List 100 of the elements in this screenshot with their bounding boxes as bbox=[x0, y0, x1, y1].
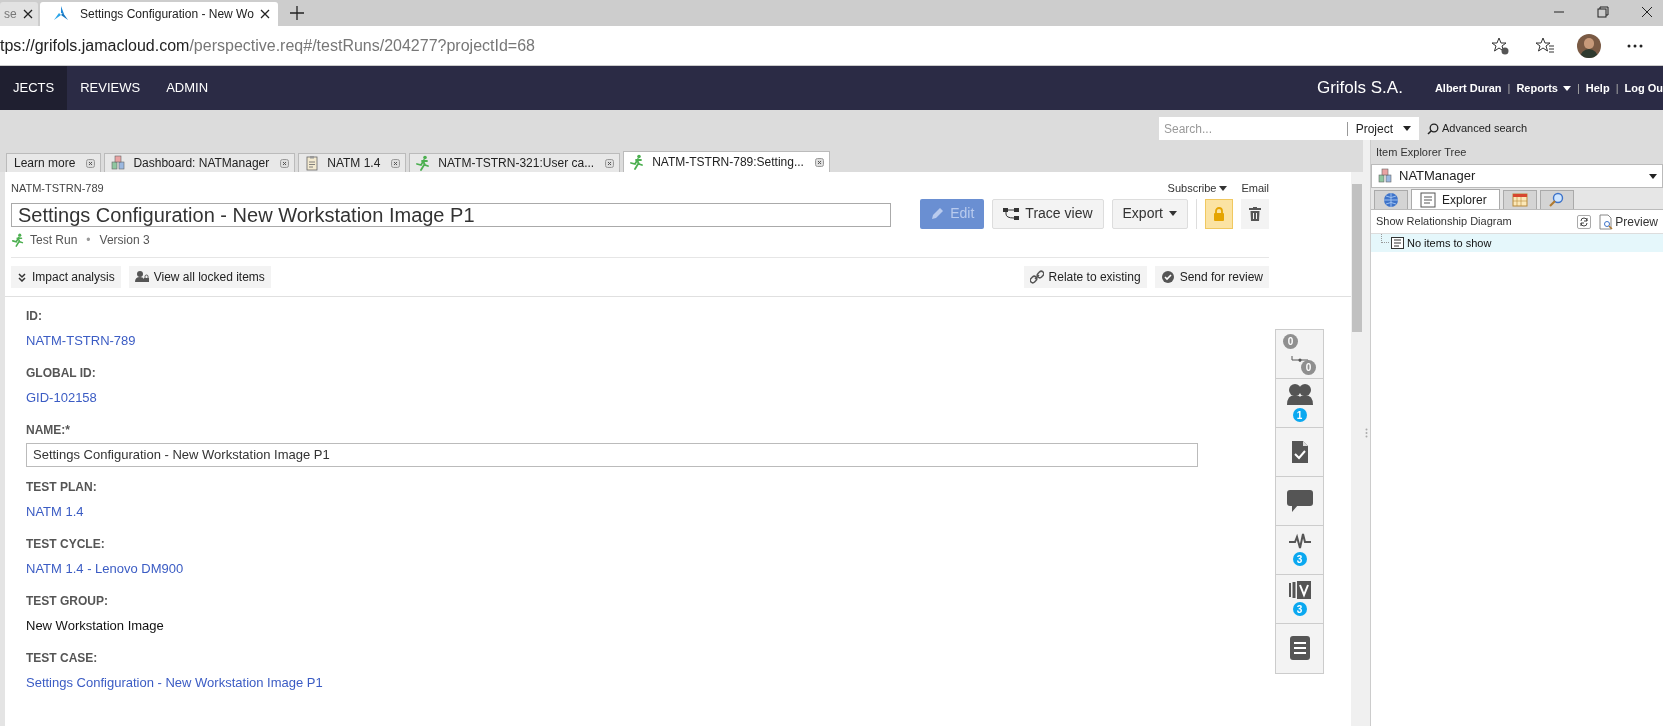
trash-icon bbox=[1249, 206, 1261, 221]
field-label: ID: bbox=[26, 308, 43, 323]
trace-button[interactable]: Trace view bbox=[992, 198, 1104, 229]
caret-icon bbox=[1649, 173, 1657, 179]
export-button[interactable]: Export bbox=[1111, 198, 1188, 229]
refresh-icon bbox=[1579, 216, 1590, 227]
address-field[interactable]: tps://grifols.jamacloud.com/perspective.req#/testRuns/204277?projectId=68 bbox=[0, 33, 1491, 58]
list-view-icon bbox=[1391, 237, 1404, 249]
explorer-tab[interactable] bbox=[1539, 190, 1574, 209]
close-icon bbox=[391, 158, 401, 168]
nav-item[interactable]: ADMIN bbox=[153, 66, 222, 110]
count-badge: 3 bbox=[1292, 602, 1307, 616]
clipboard-icon bbox=[304, 155, 321, 171]
field-label: TEST GROUP: bbox=[26, 593, 109, 608]
nav-item[interactable]: JECTS bbox=[0, 66, 68, 110]
delete-button[interactable] bbox=[1241, 198, 1269, 229]
field-link[interactable]: Settings Configuration - New Workstation Image P1 bbox=[26, 672, 323, 692]
search-icon bbox=[1427, 122, 1439, 135]
separator: • bbox=[86, 231, 91, 249]
close-icon bbox=[814, 157, 824, 167]
lock-icon bbox=[1213, 206, 1225, 221]
side-panel-button[interactable] bbox=[1276, 476, 1323, 526]
header-link[interactable]: Albert Duran bbox=[1434, 66, 1502, 110]
tab-title: se bbox=[4, 6, 17, 23]
advanced-search-link[interactable]: Advanced search bbox=[1427, 117, 1527, 140]
header-link[interactable]: Log Ou bbox=[1624, 66, 1663, 110]
document-tab[interactable]: Learn more bbox=[6, 153, 102, 172]
side-panel-button[interactable] bbox=[1276, 623, 1323, 673]
document-tab[interactable]: Dashboard: NATManager bbox=[104, 153, 296, 172]
avatar[interactable] bbox=[1577, 33, 1601, 58]
people-icon bbox=[1286, 383, 1313, 405]
panel-title: Item Explorer Tree bbox=[1371, 140, 1663, 164]
search-icon bbox=[1548, 192, 1565, 208]
search-field[interactable]: Search... Project bbox=[1159, 117, 1419, 140]
item-key: NATM-TSTRN-789 bbox=[11, 180, 104, 197]
field-label: TEST CASE: bbox=[26, 650, 99, 665]
browser-tab[interactable]: se bbox=[0, 2, 38, 26]
scrollbar-thumb[interactable] bbox=[1352, 184, 1362, 332]
close-icon bbox=[86, 158, 96, 168]
project-icon bbox=[110, 155, 127, 171]
caret-icon bbox=[1562, 85, 1571, 91]
title-field[interactable]: Settings Configuration - New Workstation Image P1 bbox=[11, 202, 891, 227]
explorer-tab[interactable] bbox=[1374, 190, 1408, 209]
explorer-tab[interactable]: Explorer bbox=[1411, 189, 1500, 209]
speech-bubble-icon bbox=[1286, 489, 1313, 512]
page-search-icon bbox=[1599, 213, 1614, 230]
user-lock-icon bbox=[134, 269, 149, 284]
field-label: GLOBAL ID: bbox=[26, 365, 97, 380]
field-label: TEST PLAN: bbox=[26, 479, 98, 494]
close-icon bbox=[22, 9, 33, 19]
field-link[interactable]: GID-102158 bbox=[26, 387, 97, 407]
link-icon bbox=[1029, 269, 1044, 284]
double-chevron-icon bbox=[17, 271, 27, 282]
count-badge: 0 bbox=[1301, 359, 1316, 375]
hierarchy-icon bbox=[1003, 206, 1020, 221]
caret-icon bbox=[1169, 211, 1177, 216]
splitter-handle-icon bbox=[1365, 428, 1368, 438]
field-link[interactable]: NATM-TSTRN-789 bbox=[26, 330, 136, 350]
header-link[interactable]: Reports bbox=[1516, 66, 1571, 110]
review-button[interactable]: Send for review bbox=[1154, 265, 1269, 288]
project-icon bbox=[1377, 168, 1393, 184]
separator: | bbox=[1576, 80, 1580, 96]
pulse-icon bbox=[1288, 533, 1311, 549]
list-icon bbox=[1289, 636, 1310, 660]
field-label: NAME:* bbox=[26, 422, 71, 437]
field-link[interactable]: NATM 1.4 - Lenovo DM900 bbox=[26, 558, 184, 578]
brand-name: Grifols S.A. bbox=[1316, 77, 1403, 100]
impact-analysis-button[interactable]: Impact analysis bbox=[11, 265, 121, 288]
restore-icon bbox=[1597, 6, 1609, 18]
explorer-tab[interactable] bbox=[1502, 190, 1537, 209]
favorites-icon bbox=[1535, 36, 1555, 55]
pencil-icon bbox=[930, 206, 945, 221]
browser-tab[interactable]: Settings Configuration - New Wo bbox=[40, 2, 278, 26]
item-type: Test Run bbox=[30, 231, 78, 249]
list-view-icon bbox=[1420, 191, 1436, 208]
favorite-add-icon bbox=[1491, 36, 1509, 55]
email-link[interactable]: Email bbox=[1241, 180, 1269, 197]
separator: | bbox=[1507, 80, 1511, 96]
subscribe-dropdown[interactable]: Subscribe bbox=[1167, 180, 1228, 197]
separator: | bbox=[1615, 80, 1619, 96]
caret-icon bbox=[1403, 126, 1411, 131]
refresh-button[interactable] bbox=[1577, 214, 1592, 229]
relate-button[interactable]: Relate to existing bbox=[1023, 265, 1147, 288]
document-tab[interactable]: NATM-TSTRN-321:User ca... bbox=[409, 153, 621, 172]
scope-dropdown[interactable]: Project bbox=[1347, 119, 1419, 138]
header-link[interactable]: Help bbox=[1585, 66, 1610, 110]
diagram-link[interactable]: Show Relationship Diagram bbox=[1376, 213, 1578, 230]
document-tab[interactable]: NATM-TSTRN-789:Setting... bbox=[623, 151, 830, 172]
locked-items-button[interactable]: View all locked items bbox=[128, 265, 271, 288]
preview-button[interactable]: Preview bbox=[1599, 212, 1658, 231]
count-badge: 1 bbox=[1292, 408, 1307, 422]
name-field[interactable]: Settings Configuration - New Workstation Image P1 bbox=[26, 442, 1198, 467]
new-tab-icon bbox=[290, 6, 304, 20]
globe-icon bbox=[1383, 192, 1399, 208]
tree-root-dropdown[interactable]: NATManager bbox=[1371, 164, 1663, 188]
document-tab[interactable]: NATM 1.4 bbox=[298, 153, 407, 172]
running-figure-icon bbox=[415, 155, 432, 171]
nav-item[interactable]: REVIEWS bbox=[67, 66, 154, 110]
side-panel-button[interactable] bbox=[1276, 427, 1323, 477]
field-link[interactable]: NATM 1.4 bbox=[26, 501, 84, 521]
